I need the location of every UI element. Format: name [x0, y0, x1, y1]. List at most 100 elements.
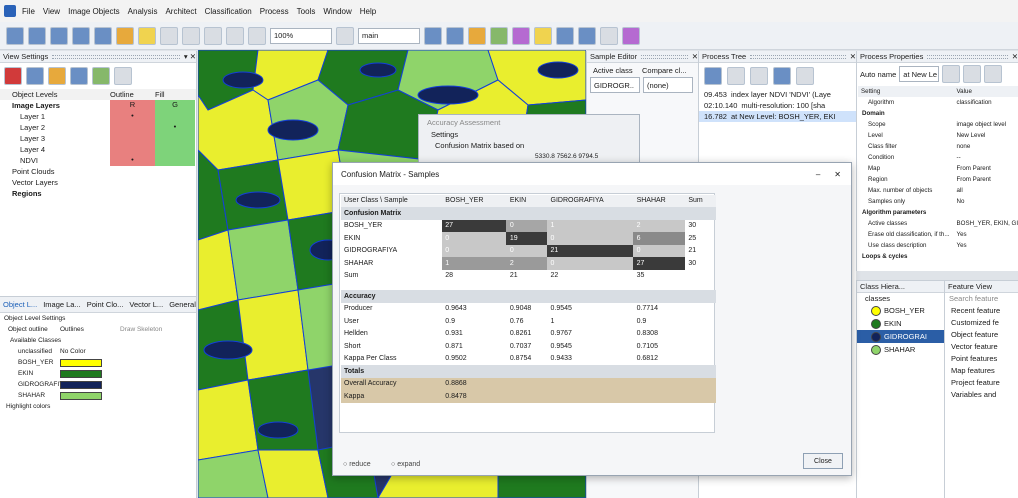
workspace-icon[interactable] [50, 26, 68, 45]
class-item[interactable]: SHAHAR [857, 343, 944, 356]
redo-icon[interactable] [750, 67, 768, 85]
class-unclassified[interactable]: unclassified [0, 348, 60, 355]
point-clouds-item[interactable]: Point Clouds [0, 166, 196, 177]
compare-class-select[interactable]: (none) [643, 77, 693, 93]
zoom-in-icon[interactable] [248, 26, 266, 45]
refresh-icon[interactable] [963, 65, 982, 83]
property-row[interactable]: Loops & cycles [858, 251, 1018, 262]
property-row[interactable]: Active classes BOSH_YER, EKIN, GI.. [858, 218, 1018, 229]
active-class-select[interactable]: GIDROGR.. [590, 77, 640, 93]
layer-row[interactable]: NDVI [0, 156, 110, 165]
feature-group-item[interactable]: Object feature [945, 328, 1018, 340]
feature-group-item[interactable]: Customized fe [945, 316, 1018, 328]
save-project-icon[interactable] [28, 26, 46, 45]
class-shahar[interactable]: SHAHAR [0, 392, 60, 399]
feature-group-item[interactable]: Point features [945, 352, 1018, 364]
property-row[interactable]: Erase old classification, if th... Yes [858, 229, 1018, 240]
property-row[interactable]: Use class description Yes [858, 240, 1018, 251]
process-item-selected[interactable]: 16.782 at New Level: BOSH_YER, EKI [699, 111, 856, 122]
class-ekin[interactable]: EKIN [0, 370, 60, 377]
save-icon[interactable] [796, 67, 814, 85]
split-view-icon[interactable] [446, 26, 464, 45]
process-item[interactable]: 02:10.140 multi-resolution: 100 [sha [699, 100, 856, 111]
feature-icon[interactable] [512, 26, 530, 45]
class-item-selected[interactable]: GIDROGRAI [857, 330, 944, 343]
mode-icon[interactable] [26, 67, 44, 85]
grid-icon[interactable] [600, 26, 618, 45]
feature-group-item[interactable]: Vector feature [945, 340, 1018, 352]
property-row[interactable]: Class filter none [858, 141, 1018, 152]
minimize-icon[interactable]: – [816, 170, 820, 179]
class-item[interactable]: BOSH_YER [857, 304, 944, 317]
gidrografiya-color-swatch[interactable] [60, 380, 102, 389]
menu-image-objects[interactable]: Image Objects [68, 7, 120, 16]
layer-row[interactable]: Layer 1 [0, 112, 110, 121]
class-item[interactable]: EKIN [857, 317, 944, 330]
vector-icon[interactable] [92, 67, 110, 85]
feature-group-item[interactable]: Project feature [945, 376, 1018, 388]
process-item[interactable]: 09.453 index layer NDVI 'NDVI' (Laye [699, 89, 856, 100]
reduce-radio[interactable]: ○ reduce [343, 459, 371, 470]
objects-icon[interactable] [116, 26, 134, 45]
process-icon[interactable] [534, 26, 552, 45]
menu-analysis[interactable]: Analysis [128, 7, 158, 16]
tab-vector-layers[interactable]: Vector L... [129, 300, 163, 309]
3d-icon[interactable] [114, 67, 132, 85]
close-icon[interactable]: ✕ [834, 170, 841, 179]
zoom-level-select[interactable]: 100% [270, 27, 332, 44]
property-row[interactable]: Scope image object level [858, 119, 1018, 130]
classify-icon[interactable] [468, 26, 486, 45]
load-icon[interactable] [773, 67, 791, 85]
menu-process[interactable]: Process [260, 7, 289, 16]
execute-icon[interactable] [984, 65, 1003, 83]
bosh-yer-color-swatch[interactable] [60, 358, 102, 367]
layer-row[interactable]: Layer 3 [0, 134, 110, 143]
image-icon[interactable] [94, 26, 112, 45]
feature-group-item[interactable]: Recent feature [945, 304, 1018, 316]
draw-skeleton-checkbox[interactable]: Draw Skeleton [120, 326, 162, 333]
property-row[interactable]: Max. number of objects all [858, 185, 1018, 196]
accuracy-icon[interactable] [556, 26, 574, 45]
menu-window[interactable]: Window [323, 7, 351, 16]
pan-cross-icon[interactable] [336, 26, 354, 45]
layers-icon[interactable] [72, 26, 90, 45]
menu-architect[interactable]: Architect [165, 7, 196, 16]
pan-hand-icon[interactable] [182, 26, 200, 45]
property-row[interactable]: Algorithm parameters [858, 207, 1018, 218]
menu-file[interactable]: File [22, 7, 35, 16]
shahar-color-swatch[interactable] [60, 391, 102, 400]
class-bosh-yer[interactable]: BOSH_YER [0, 359, 60, 366]
tab-image-layers[interactable]: Image La... [43, 300, 81, 309]
class-gidrografiya[interactable]: GIDROGRAFIYA [0, 381, 67, 388]
vector-layers-item[interactable]: Vector Layers [0, 177, 196, 188]
sample-icon[interactable] [490, 26, 508, 45]
close-icon[interactable]: ✕ [1012, 52, 1018, 61]
property-row[interactable]: Map From Parent [858, 163, 1018, 174]
expand-radio[interactable]: ○ expand [391, 459, 420, 470]
property-row[interactable]: Algorithm classification [858, 97, 1018, 108]
highlight-icon[interactable] [138, 26, 156, 45]
layers-mix-icon[interactable] [70, 67, 88, 85]
menu-view[interactable]: View [43, 7, 60, 16]
open-project-icon[interactable] [6, 26, 24, 45]
rgb-icon[interactable] [48, 67, 66, 85]
close-button[interactable]: Close [803, 453, 843, 469]
process-icon[interactable] [704, 67, 722, 85]
tab-point-clouds[interactable]: Point Clo... [87, 300, 124, 309]
tab-object-levels[interactable]: Object L... [3, 300, 37, 309]
ekin-color-swatch[interactable] [60, 369, 102, 378]
highlight-colors-item[interactable]: Highlight colors [0, 401, 196, 412]
quick-map-icon[interactable] [622, 26, 640, 45]
close-icon[interactable]: ▾ ✕ [184, 52, 196, 61]
menu-tools[interactable]: Tools [297, 7, 316, 16]
auto-name-checkbox[interactable]: Auto name [860, 70, 896, 79]
property-row[interactable]: Level New Level [858, 130, 1018, 141]
settings-icon[interactable] [942, 65, 961, 83]
search-feature-input[interactable]: Search feature [945, 293, 1018, 304]
feature-group-item[interactable]: Variables and [945, 388, 1018, 400]
auto-name-input[interactable]: at New Le [899, 66, 940, 82]
property-row[interactable]: Samples only No [858, 196, 1018, 207]
menu-classification[interactable]: Classification [205, 7, 252, 16]
zoom-out-icon[interactable] [226, 26, 244, 45]
menu-help[interactable]: Help [360, 7, 376, 16]
